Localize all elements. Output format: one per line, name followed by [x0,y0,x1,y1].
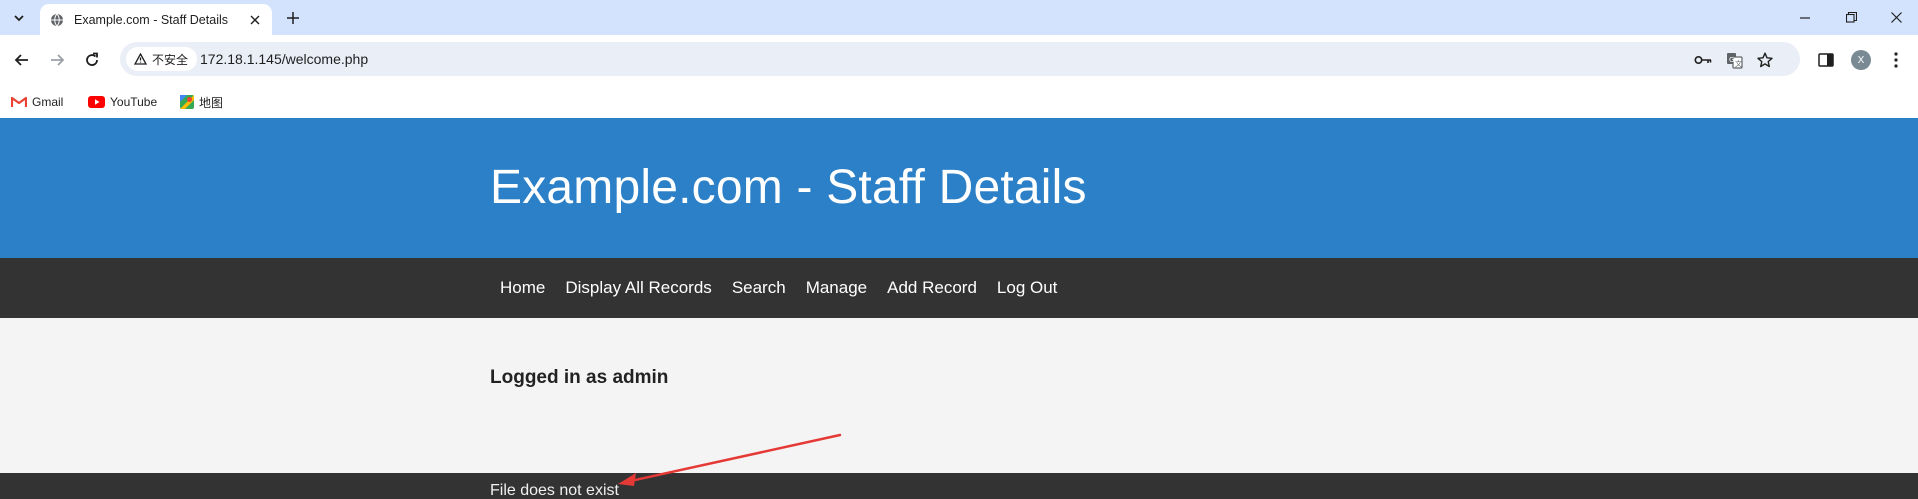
bookmark-youtube[interactable]: YouTube [88,92,157,112]
restore-button[interactable] [1831,4,1871,30]
url-text[interactable]: 172.18.1.145/welcome.php [200,51,368,67]
page-title: Example.com - Staff Details [490,161,1087,214]
site-header: Example.com - Staff Details [0,118,1918,258]
tab-strip: Example.com - Staff Details [0,0,1918,35]
svg-text:G: G [1729,56,1734,64]
bookmark-star-button[interactable] [1754,49,1776,71]
security-indicator[interactable]: 不安全 [126,47,198,71]
back-button[interactable] [8,46,36,74]
nav-link-add-record[interactable]: Add Record [877,278,987,298]
key-icon [1694,55,1712,65]
more-vertical-icon [1894,52,1898,68]
error-message: File does not exist [490,482,619,499]
side-panel-button[interactable] [1812,46,1840,74]
translate-button[interactable]: G文 [1723,49,1745,71]
svg-text:文: 文 [1735,59,1742,68]
footer: File does not exist [0,473,1918,499]
minimize-icon [1799,16,1810,19]
chevron-down-icon [14,15,24,22]
nav-link-log-out[interactable]: Log Out [987,278,1068,298]
youtube-icon [88,96,105,108]
new-tab-button[interactable] [282,7,304,29]
main-nav: Home Display All Records Search Manage A… [0,258,1918,318]
main-content: Logged in as admin [0,318,1918,473]
bookmarks-bar: Gmail YouTube 地图 [0,85,1918,118]
translate-icon: G文 [1726,52,1743,69]
browser-menu-button[interactable] [1882,46,1910,74]
gmail-icon [11,96,27,107]
avatar: X [1851,50,1871,70]
reload-button[interactable] [78,46,106,74]
plus-icon [287,12,299,24]
side-panel-icon [1818,53,1834,67]
restore-icon [1845,11,1857,23]
nav-link-search[interactable]: Search [722,278,796,298]
tab-search-button[interactable] [6,5,32,31]
minimize-button[interactable] [1785,4,1825,30]
password-key-button[interactable] [1692,49,1714,71]
star-icon [1757,52,1773,68]
nav-link-manage[interactable]: Manage [796,278,877,298]
bookmark-label: YouTube [110,95,158,109]
address-bar[interactable]: 不安全 172.18.1.145/welcome.php G文 [120,42,1800,76]
tab-close-button[interactable] [246,11,264,29]
nav-link-home[interactable]: Home [490,278,555,298]
browser-tab[interactable]: Example.com - Staff Details [40,4,272,35]
globe-icon [51,13,63,26]
maps-icon [180,95,194,109]
profile-button[interactable]: X [1847,46,1875,74]
bookmark-label: 地图 [199,95,224,110]
nav-list: Home Display All Records Search Manage A… [490,258,1067,318]
bookmark-maps[interactable]: 地图 [180,92,223,112]
warning-icon [134,53,147,65]
arrow-left-icon [14,54,28,66]
forward-button[interactable] [43,46,71,74]
arrow-right-icon [51,54,65,66]
nav-link-display-all-records[interactable]: Display All Records [555,278,721,298]
close-icon [1890,11,1902,23]
reload-icon [86,52,98,66]
bookmark-label: Gmail [32,95,64,109]
security-label: 不安全 [152,52,189,67]
bookmark-gmail[interactable]: Gmail [11,92,63,112]
browser-toolbar: 不安全 172.18.1.145/welcome.php G文 X [0,35,1918,85]
close-icon [250,15,260,25]
tab-title: Example.com - Staff Details [74,12,228,27]
logged-in-status: Logged in as admin [490,367,669,388]
close-window-button[interactable] [1876,4,1916,30]
